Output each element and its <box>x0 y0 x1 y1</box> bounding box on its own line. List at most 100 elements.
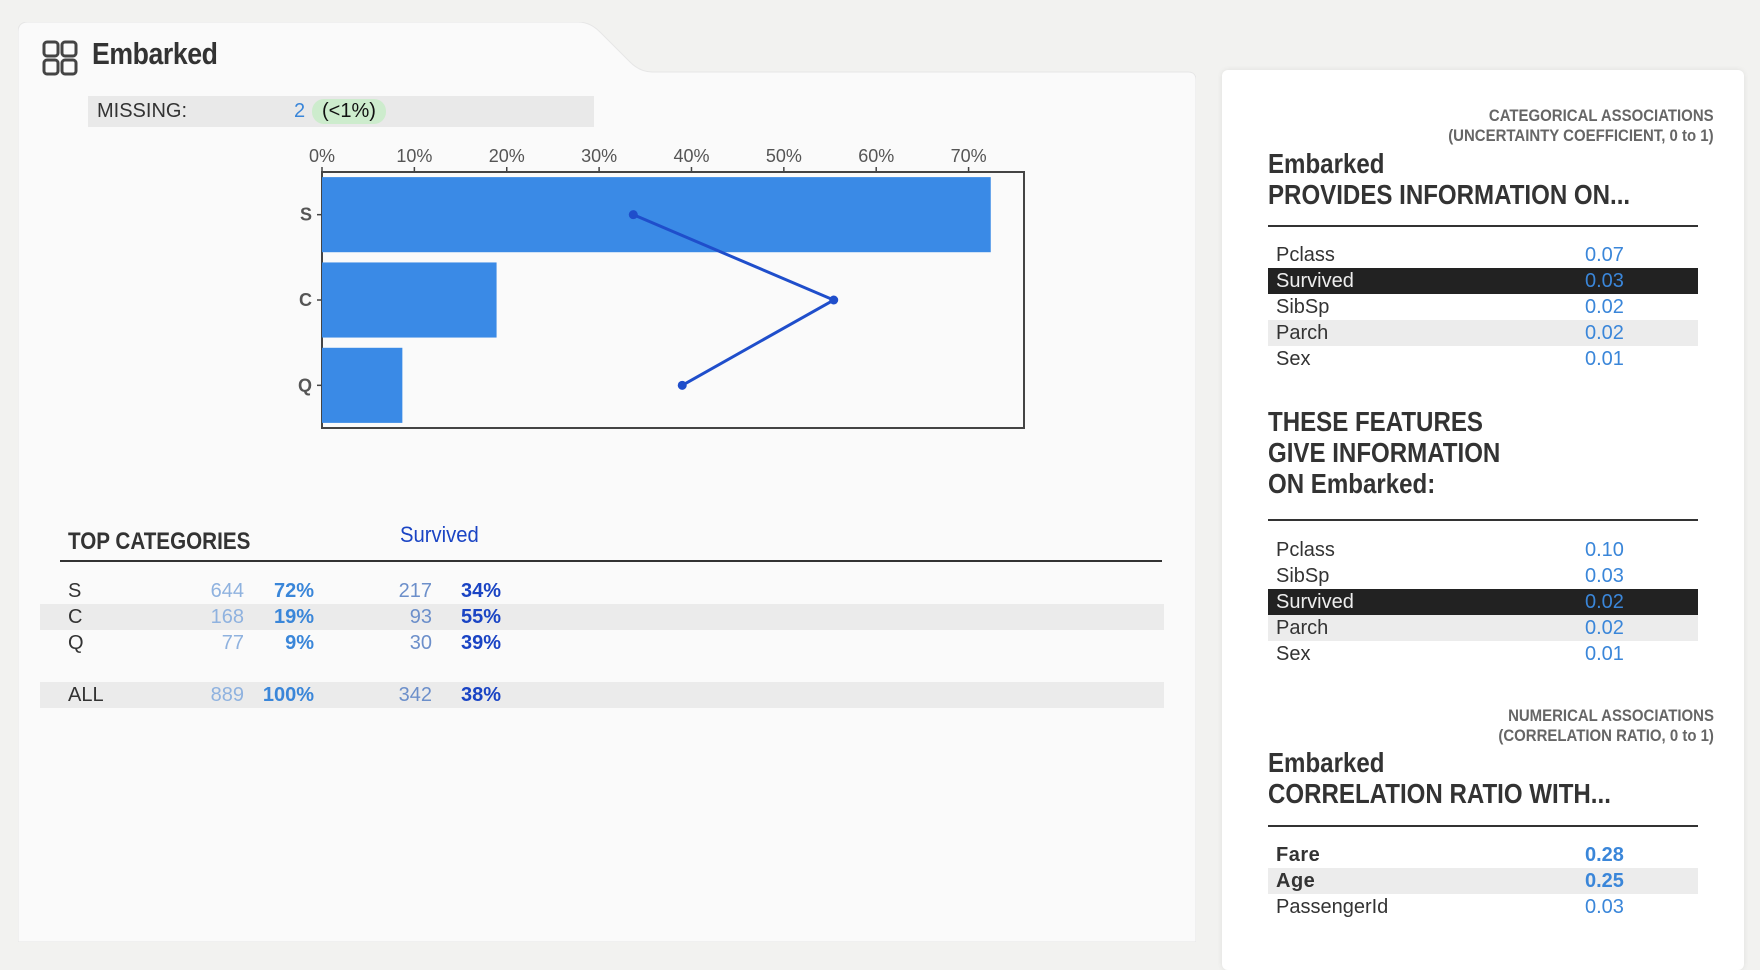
assoc-row-target: Survived 0.02 <box>1268 589 1698 615</box>
row-label: Q <box>68 632 84 654</box>
total-pct: 100% <box>262 684 314 706</box>
associations-panel: CATEGORICAL ASSOCIATIONS (UNCERTAINTY CO… <box>1222 70 1744 970</box>
heading-line: THESE FEATURES <box>1268 406 1483 437</box>
assoc-name: Age <box>1276 870 1316 892</box>
top-categories-title: TOP CATEGORIES <box>68 528 251 555</box>
row-label: C <box>68 606 83 628</box>
numerical-assoc-note: NUMERICAL ASSOCIATIONS (CORRELATION RATI… <box>1498 706 1714 746</box>
assoc-name: Pclass <box>1276 244 1335 266</box>
row-target-count: 217 <box>398 580 432 602</box>
table-row: Q 77 9% 30 39% <box>40 630 1164 656</box>
assoc-row: Sex 0.01 <box>1268 641 1698 667</box>
row-count: 168 <box>210 606 244 628</box>
categorical-assoc-note: CATEGORICAL ASSOCIATIONS (UNCERTAINTY CO… <box>1449 106 1714 146</box>
gives-divider <box>1268 519 1698 521</box>
assoc-row: Pclass 0.07 <box>1268 242 1698 268</box>
assoc-name: Sex <box>1276 348 1311 370</box>
assoc-name: Survived <box>1276 591 1354 613</box>
row-label: S <box>68 580 82 602</box>
table-divider <box>60 560 1162 562</box>
row-pct: 19% <box>273 606 314 628</box>
y-tick-label: Q <box>298 375 312 395</box>
assoc-row: SibSp 0.03 <box>1268 563 1698 589</box>
note-line: CATEGORICAL ASSOCIATIONS <box>1489 106 1714 125</box>
assoc-value: 0.03 <box>1585 565 1624 587</box>
assoc-value: 0.03 <box>1585 896 1624 918</box>
x-tick-label: 0% <box>309 146 335 166</box>
bar <box>322 177 991 253</box>
correlation-heading: Embarked CORRELATION RATIO WITH... <box>1268 747 1611 809</box>
row-count: 644 <box>210 580 244 602</box>
assoc-value: 0.28 <box>1585 844 1624 866</box>
assoc-value: 0.02 <box>1585 296 1624 318</box>
assoc-value: 0.01 <box>1585 643 1624 665</box>
assoc-row: PassengerId 0.03 <box>1268 894 1698 920</box>
bar <box>322 347 403 423</box>
heading-line: CORRELATION RATIO WITH... <box>1268 778 1611 809</box>
heading-line: Embarked <box>1268 747 1385 778</box>
total-target-count: 342 <box>398 684 432 706</box>
row-target-pct: 55% <box>460 606 501 628</box>
target-header: Survived <box>400 522 479 547</box>
row-pct: 9% <box>285 632 314 654</box>
assoc-row: SibSp 0.02 <box>1268 294 1698 320</box>
row-target-count: 30 <box>409 632 432 654</box>
gives-heading: THESE FEATURES GIVE INFORMATION ON Embar… <box>1268 406 1500 499</box>
row-target-count: 93 <box>409 606 432 628</box>
bar <box>322 262 497 338</box>
assoc-value: 0.07 <box>1585 244 1624 266</box>
x-tick-label: 20% <box>489 146 525 166</box>
total-target-pct: 38% <box>460 684 501 706</box>
assoc-row: Sex 0.01 <box>1268 346 1698 372</box>
y-tick-label: C <box>299 290 312 310</box>
survived-point <box>829 295 839 305</box>
assoc-row: Parch 0.02 <box>1268 615 1698 641</box>
assoc-value: 0.02 <box>1585 322 1624 344</box>
assoc-row: Parch 0.02 <box>1268 320 1698 346</box>
feature-panel: Embarked MISSING: 2 (<1%) 0% 10% 20% 30% 40%… <box>18 22 1196 942</box>
assoc-name: Fare <box>1276 844 1321 866</box>
assoc-row: Age 0.25 <box>1268 868 1698 894</box>
assoc-name: SibSp <box>1276 565 1330 587</box>
row-target-pct: 34% <box>460 580 501 602</box>
table-total-row: ALL 889 100% 342 38% <box>40 682 1164 708</box>
correlation-divider <box>1268 825 1698 827</box>
assoc-value: 0.02 <box>1585 591 1624 613</box>
assoc-value: 0.02 <box>1585 617 1624 639</box>
assoc-name: Pclass <box>1276 539 1335 561</box>
survived-point <box>677 380 687 390</box>
x-tick-label: 50% <box>766 146 802 166</box>
assoc-name: PassengerId <box>1276 896 1389 918</box>
assoc-name: Survived <box>1276 270 1354 292</box>
note-line: NUMERICAL ASSOCIATIONS <box>1508 706 1714 725</box>
table-row: S 644 72% 217 34% <box>40 578 1164 604</box>
table-row: C 168 19% 93 55% <box>40 604 1164 630</box>
total-count: 889 <box>210 684 244 706</box>
survived-point <box>628 210 638 220</box>
x-tick-label: 30% <box>581 146 617 166</box>
provides-heading: Embarked PROVIDES INFORMATION ON... <box>1268 148 1630 210</box>
assoc-value: 0.10 <box>1585 539 1624 561</box>
provides-divider <box>1268 225 1698 227</box>
x-tick-label: 10% <box>396 146 432 166</box>
row-pct: 72% <box>273 580 314 602</box>
heading-line: ON Embarked: <box>1268 468 1436 499</box>
heading-line: PROVIDES INFORMATION ON... <box>1268 179 1631 210</box>
total-label: ALL <box>68 684 104 706</box>
assoc-value: 0.03 <box>1585 270 1624 292</box>
note-line: (UNCERTAINTY COEFFICIENT, 0 to 1) <box>1448 126 1714 145</box>
y-tick-label: S <box>300 205 312 225</box>
assoc-row: Fare 0.28 <box>1268 842 1698 868</box>
assoc-row: Pclass 0.10 <box>1268 537 1698 563</box>
note-line: (CORRELATION RATIO, 0 to 1) <box>1498 726 1714 745</box>
row-count: 77 <box>221 632 244 654</box>
assoc-name: SibSp <box>1276 296 1330 318</box>
x-tick-label: 60% <box>858 146 894 166</box>
assoc-row-target: Survived 0.03 <box>1268 268 1698 294</box>
assoc-value: 0.01 <box>1585 348 1624 370</box>
assoc-value: 0.25 <box>1585 870 1624 892</box>
category-bar-chart: 0% 10% 20% 30% 40% 50% 60% 70% S C Q <box>298 146 1025 429</box>
row-target-pct: 39% <box>460 632 501 654</box>
x-tick-label: 40% <box>673 146 709 166</box>
heading-line: Embarked <box>1268 148 1385 179</box>
